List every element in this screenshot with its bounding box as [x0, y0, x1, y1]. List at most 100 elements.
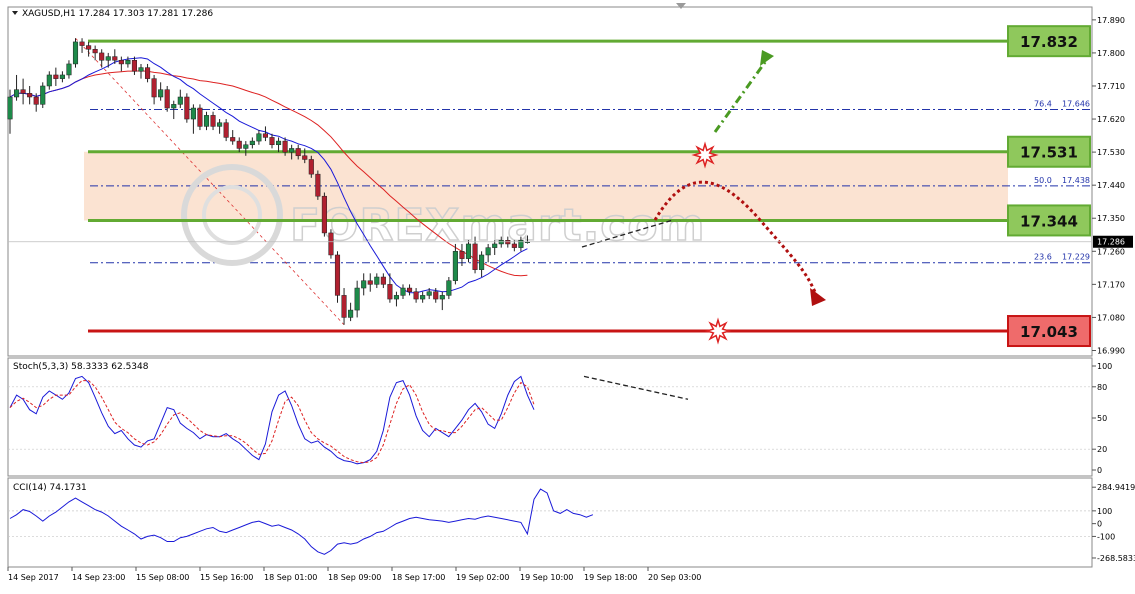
candle-body — [20, 89, 26, 94]
candle-body — [465, 243, 472, 259]
candle-body — [492, 243, 498, 248]
candle-body — [72, 41, 79, 65]
candle-body — [341, 295, 347, 318]
candle-body — [40, 85, 46, 105]
stoch-panel — [7, 357, 1093, 477]
candle-body — [249, 140, 255, 146]
candle-body — [164, 89, 170, 109]
candle-body — [27, 93, 33, 98]
candle-body — [393, 295, 399, 300]
price-tick-label: 17.440 — [1097, 181, 1125, 190]
level-box-label: 17.531 — [1020, 144, 1078, 162]
price-tick-label: 17.890 — [1097, 16, 1125, 25]
candle-body — [354, 287, 360, 311]
candle-body — [479, 254, 485, 270]
cci-tick-label: 100 — [1097, 507, 1112, 516]
candle-body — [269, 137, 275, 146]
candle-body — [328, 232, 334, 256]
candle-body — [223, 122, 229, 138]
time-tick-label: 20 Sep 03:00 — [648, 573, 701, 582]
candle-body — [374, 276, 380, 285]
candle-body — [197, 107, 203, 127]
candle-body — [46, 74, 52, 87]
stoch-tick-label: 0 — [1097, 466, 1102, 475]
chart-svg: 76.4 17.646 50.0 17.438 23.6 17.229 FOREXmart… — [7, 3, 1135, 582]
candle-body — [14, 89, 20, 98]
fib-level-label: 76.4 — [1034, 99, 1052, 108]
price-tick-label: 17.530 — [1097, 148, 1125, 157]
candle-body — [210, 115, 216, 127]
fib-level-label: 50.0 — [1034, 176, 1052, 185]
candle-body — [459, 251, 465, 259]
candle-body — [99, 52, 105, 61]
level-box-label: 17.344 — [1020, 212, 1078, 230]
candle-body — [79, 41, 85, 46]
target-star-icon — [704, 317, 732, 345]
candle-body — [426, 291, 432, 296]
candle-body — [446, 280, 452, 296]
candle-body — [433, 291, 439, 300]
candle-body — [439, 295, 445, 300]
candle-body — [190, 107, 196, 120]
candle-body — [118, 60, 124, 65]
candle-body — [105, 56, 111, 61]
time-tick-label: 15 Sep 16:00 — [200, 573, 253, 582]
cci-tick-label: -100 — [1097, 532, 1115, 541]
candle-body — [236, 140, 242, 149]
time-tick-label: 18 Sep 01:00 — [264, 573, 317, 582]
cci-label: CCI(14) 74.1731 — [13, 483, 87, 493]
candle-body — [295, 148, 301, 157]
candle-body — [177, 96, 183, 105]
candle-body — [171, 104, 177, 109]
candle-body — [452, 251, 458, 281]
current-price-label: 17.286 — [1097, 238, 1125, 247]
fib-price-label: 17.646 — [1062, 99, 1090, 108]
stoch-tick-label: 50 — [1097, 414, 1107, 423]
price-tick-label: 17.170 — [1097, 280, 1125, 289]
cci-tick-label: 284.9419 — [1097, 483, 1135, 492]
candle-body — [407, 287, 413, 292]
time-tick-label: 18 Sep 17:00 — [392, 573, 445, 582]
breakout-star-icon — [691, 141, 719, 169]
candle-body — [289, 148, 295, 153]
candle-body — [59, 74, 65, 79]
fib-level-label: 23.6 — [1034, 253, 1052, 262]
candle-body — [282, 140, 288, 153]
symbol-header: XAGUSD,H1 17.284 17.303 17.281 17.286 — [22, 9, 213, 19]
price-tick-label: 17.620 — [1097, 115, 1125, 124]
candle-body — [217, 122, 223, 127]
candle-body — [112, 56, 118, 61]
candle-body — [321, 195, 327, 234]
cci-tick-label: -268.5833 — [1097, 554, 1135, 563]
candle-body — [302, 155, 308, 160]
candle-body — [367, 280, 373, 285]
candle-body — [308, 159, 314, 175]
time-tick-label: 19 Sep 18:00 — [584, 573, 637, 582]
stoch-label: Stoch(5,3,3) 58.3333 62.5348 — [13, 362, 149, 372]
candle-body — [230, 137, 236, 142]
candle-body — [380, 276, 386, 285]
candle-body — [151, 78, 157, 98]
candle-body — [92, 48, 98, 54]
price-tick-label: 17.800 — [1097, 49, 1125, 58]
price-tick-label: 17.710 — [1097, 82, 1125, 91]
candle-body — [203, 115, 210, 127]
candle-body — [7, 96, 13, 120]
time-tick-label: 18 Sep 09:00 — [328, 573, 381, 582]
candle-body — [158, 89, 164, 98]
candle-body — [387, 284, 393, 300]
candle-body — [334, 254, 341, 296]
candle-body — [276, 140, 282, 146]
price-tick-label: 16.990 — [1097, 346, 1125, 355]
price-tick-label: 17.260 — [1097, 247, 1125, 256]
candle-body — [184, 96, 190, 120]
cci-panel — [7, 477, 1093, 568]
time-tick-label: 15 Sep 08:00 — [136, 573, 189, 582]
candle-body — [138, 67, 144, 72]
watermark-text: FOREXmart.com — [290, 200, 705, 251]
time-axis-layer: 14 Sep 2017 14 Sep 23:00 15 Sep 08:00 15 Se… — [7, 567, 701, 582]
candle-body — [125, 60, 131, 65]
level-box-label: 17.832 — [1020, 33, 1078, 51]
candle-body — [361, 280, 367, 289]
time-tick-label: 19 Sep 02:00 — [456, 573, 509, 582]
